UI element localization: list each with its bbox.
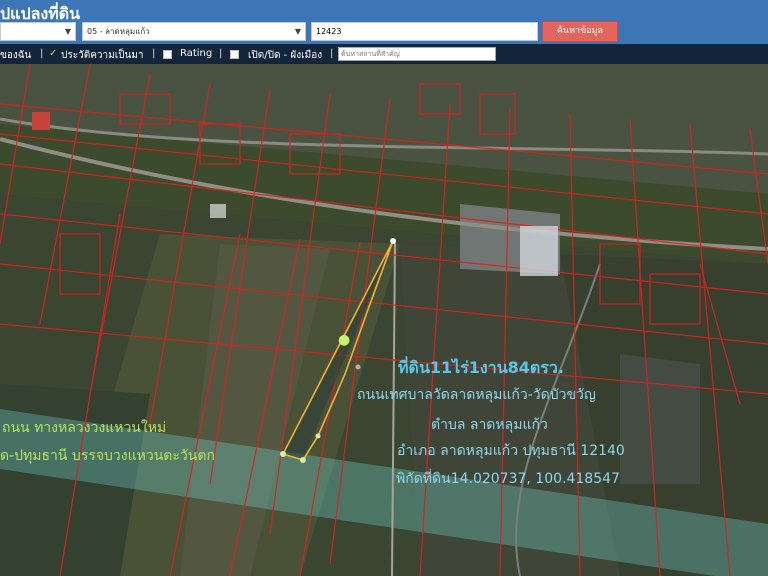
satellite-map[interactable]: ● ที่ดิน11ไร่1งาน84ตรว. ถนนเทศบาลวัดลาดห… xyxy=(0,64,768,576)
rating-checkbox-icon[interactable] xyxy=(163,49,172,60)
district-select-value: 05 - ลาดหลุมแก้ว xyxy=(87,27,150,36)
toolbar-separator: | xyxy=(152,48,156,59)
top-header: ปแปลงที่ดิน ▼ 05 - ลาดหลุมแก้ว ▼ ค้นหาข้… xyxy=(0,0,768,44)
parcel-subdistrict-label: ตำบล ลาดหลุมแก้ว xyxy=(431,417,548,433)
zoning-checkbox-icon[interactable] xyxy=(230,49,239,60)
toolbar-item-zoning[interactable]: เปิด/ปิด - ผังเมือง xyxy=(248,48,322,63)
toolbar: ของฉัน | ✓ ประวัติความเป็นมา | Rating | … xyxy=(0,44,768,64)
chevron-down-icon: ▼ xyxy=(294,27,301,36)
toolbar-item-rating[interactable]: Rating xyxy=(180,48,212,59)
toolbar-separator: | xyxy=(219,48,223,59)
check-icon: ✓ xyxy=(49,48,58,59)
search-button[interactable]: ค้นหาข้อมูล xyxy=(542,21,618,42)
place-search-input[interactable] xyxy=(338,47,496,61)
parcel-district-label: อำเภอ ลาดหลุมแก้ว ปทุมธานี 12140 xyxy=(397,443,625,459)
district-select[interactable]: 05 - ลาดหลุมแก้ว ▼ xyxy=(82,22,306,41)
toolbar-separator: | xyxy=(330,48,334,59)
parcel-coordinates-label: พิกัดที่ดิน14.020737, 100.418547 xyxy=(396,471,620,487)
parcel-area-label: ที่ดิน11ไร่1งาน84ตรว. xyxy=(398,358,564,377)
toolbar-item-mine[interactable]: ของฉัน xyxy=(0,48,31,63)
highway-label-2: ด-ปทุมธานี บรรจบวงแหวนตะวันตก xyxy=(0,448,215,464)
map-canvas xyxy=(0,64,768,576)
highway-label: ถนน ทางหลวงวงแหวนใหม่ xyxy=(2,420,167,436)
parcel-road-label: ถนนเทศบาลวัดลาดหลุมแก้ว-วัดบัวขวัญ xyxy=(357,387,596,403)
map-pin-icon[interactable]: ● xyxy=(338,332,350,348)
province-select[interactable]: ▼ xyxy=(0,22,76,41)
parcel-number-input[interactable] xyxy=(311,22,538,41)
toolbar-item-history[interactable]: ประวัติความเป็นมา xyxy=(61,48,144,63)
toolbar-separator: | xyxy=(40,48,44,59)
chevron-down-icon: ▼ xyxy=(64,27,71,36)
